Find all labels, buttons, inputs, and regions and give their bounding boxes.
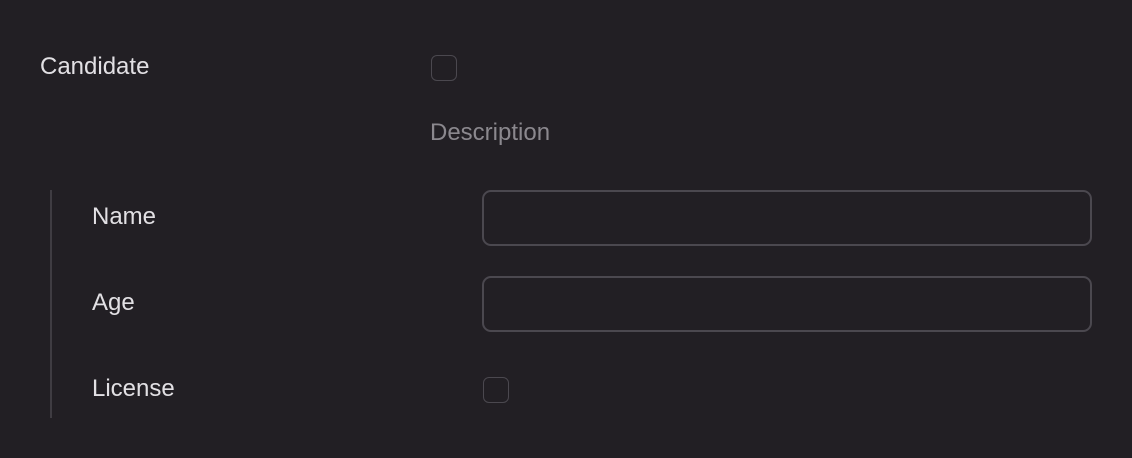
candidate-label: Candidate <box>40 53 150 80</box>
license-label: License <box>92 375 175 402</box>
license-checkbox[interactable] <box>483 377 509 403</box>
candidate-checkbox[interactable] <box>431 55 457 81</box>
candidate-description: Description <box>430 119 551 146</box>
age-label: Age <box>92 289 135 316</box>
age-input[interactable] <box>482 276 1092 332</box>
name-label: Name <box>92 203 157 230</box>
group-divider <box>50 190 52 418</box>
name-input[interactable] <box>482 190 1092 246</box>
